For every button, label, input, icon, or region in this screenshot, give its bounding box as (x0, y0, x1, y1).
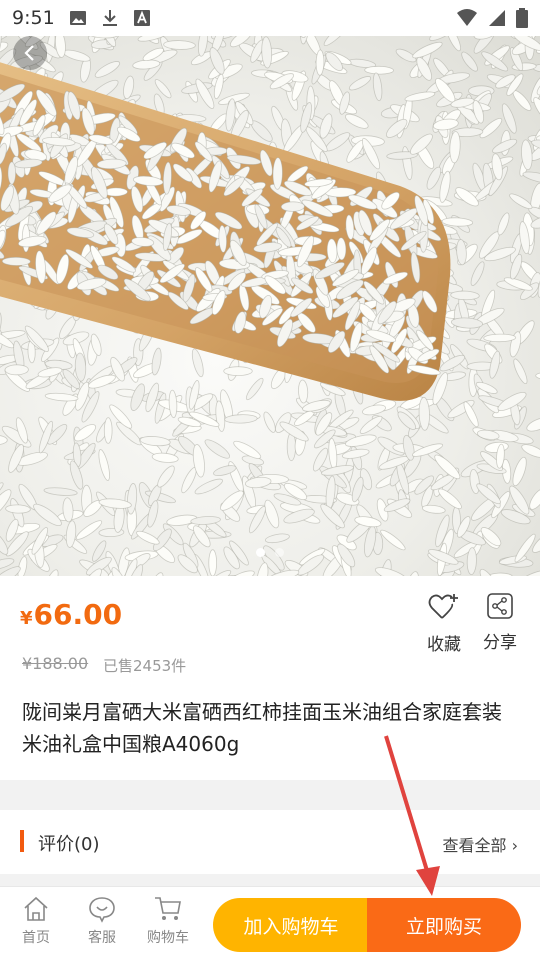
buy-now-button[interactable]: 立即购买 (367, 898, 521, 952)
product-image-gallery[interactable] (0, 36, 540, 576)
nav-home[interactable]: 首页 (6, 895, 66, 947)
download-icon (102, 10, 117, 26)
smile-chat-icon (89, 897, 115, 923)
nav-home-label: 首页 (22, 930, 50, 946)
favorite-button[interactable]: 收藏 (414, 592, 474, 655)
review-section: 评价(0) 查看全部 › (0, 810, 540, 874)
gallery-dot-2[interactable] (275, 548, 284, 557)
battery-icon (516, 8, 528, 28)
cart-icon (155, 897, 181, 920)
nav-cart[interactable]: 购物车 (138, 895, 198, 947)
status-bar: 9:51 (0, 0, 540, 36)
wifi-icon (457, 9, 477, 26)
view-all-reviews-link[interactable]: 查看全部 › (443, 832, 519, 856)
nav-customer-service[interactable]: 客服 (72, 895, 132, 947)
product-price: ¥66.00 (20, 598, 123, 631)
signal-icon (489, 10, 505, 26)
status-time: 9:51 (12, 7, 55, 29)
font-icon (133, 10, 150, 26)
favorite-label: 收藏 (427, 635, 461, 655)
bottom-action-bar: 首页 客服 购物车 加入购物车 立即购买 (0, 886, 540, 960)
add-to-cart-button[interactable]: 加入购物车 (213, 898, 369, 952)
original-price: ¥188.00 (22, 654, 89, 673)
product-title: 陇间粜月富硒大米富硒西红柿挂面玉米油组合家庭套装米油礼盒中国粮A4060g (22, 700, 502, 756)
gallery-dot-1[interactable] (256, 548, 265, 557)
share-icon (487, 593, 513, 619)
sold-count: 已售2453件 (103, 657, 187, 675)
review-label: 评价(0) (38, 834, 100, 855)
chevron-left-icon (24, 45, 34, 61)
home-icon (24, 896, 48, 921)
gallery-pagination (0, 548, 540, 557)
product-info-panel: ¥66.00 ¥188.00 已售2453件 收藏 分享 陇间粜月富硒大米富硒西… (0, 576, 540, 780)
share-button[interactable]: 分享 (470, 592, 530, 653)
nav-service-label: 客服 (88, 930, 116, 946)
rice-scoop-image (0, 36, 540, 576)
heart-add-icon (428, 594, 458, 619)
image-icon (69, 11, 86, 25)
back-button[interactable] (13, 36, 47, 70)
section-accent-bar (20, 830, 24, 852)
share-label: 分享 (483, 633, 517, 653)
nav-cart-label: 购物车 (147, 930, 189, 946)
